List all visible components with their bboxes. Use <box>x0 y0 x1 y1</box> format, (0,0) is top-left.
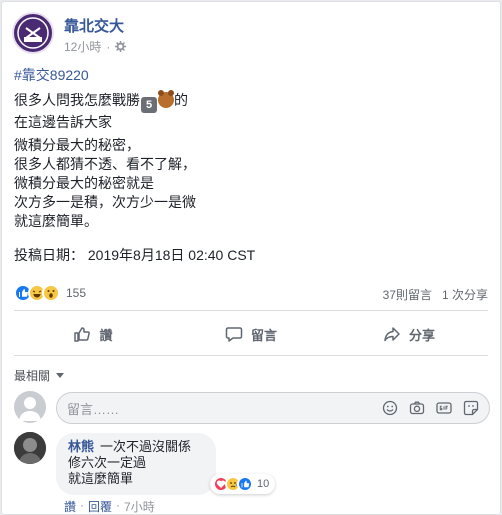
comment-reply-link[interactable]: 回覆 <box>88 498 112 514</box>
intro-text: 很多人問我怎麼戰勝 <box>14 92 140 108</box>
keycap-five-emoji-icon: 5 <box>141 97 157 113</box>
comment-text-line: 修六次一定過 <box>68 455 147 470</box>
camera-icon[interactable] <box>409 400 425 416</box>
post-intro: 很多人問我怎麼戰勝 5 的 在這邊告訴大家 <box>14 90 188 132</box>
body-line: 很多人都猜不透、看不了解， <box>14 156 196 172</box>
comment-reactions[interactable]: 10 <box>210 474 276 494</box>
reaction-count: 155 <box>66 286 87 300</box>
post-meta: 12小時 · <box>64 38 127 55</box>
sticker-icon[interactable] <box>463 400 479 416</box>
like-button[interactable]: 讚 <box>14 316 172 352</box>
default-person-icon <box>19 397 41 421</box>
comment-like-link[interactable]: 讚 <box>64 498 76 514</box>
comment-input-placeholder: 留言…… <box>67 401 120 417</box>
body-line: 次方多一是積，次方少一是微 <box>14 194 196 210</box>
commenter-photo-icon <box>14 432 46 464</box>
comment-bubble: 林熊 一次不過沒關係 修六次一定過 就這麼簡單 <box>56 433 216 495</box>
page-name[interactable]: 靠北交大 <box>64 15 124 36</box>
body-line: 微積分最大的秘密， <box>14 137 140 153</box>
page-logo-icon <box>17 17 49 49</box>
chevron-down-icon <box>56 373 65 378</box>
divider <box>14 355 488 356</box>
intro-end: 的 <box>174 92 188 108</box>
bear-face-emoji-icon <box>158 90 174 108</box>
post-hashtag[interactable]: #靠交89220 <box>14 65 89 85</box>
comment-input[interactable]: 留言…… <box>56 392 490 424</box>
comment-button[interactable]: 留言 <box>172 316 330 352</box>
intro-line2: 在這邊告訴大家 <box>14 114 112 130</box>
reaction-summary[interactable]: 155 <box>14 283 86 303</box>
smiley-icon[interactable] <box>382 400 398 416</box>
share-count-link[interactable]: 1 次分享 <box>442 286 488 303</box>
sort-label: 最相關 <box>14 369 51 383</box>
divider <box>14 310 488 311</box>
user-avatar[interactable] <box>14 391 46 423</box>
action-bar: 讚 留言 分享 <box>14 316 488 352</box>
comment-text-line: 一次不過沒關係 <box>100 439 192 454</box>
page-avatar[interactable] <box>12 12 54 54</box>
share-button-label: 分享 <box>408 327 435 343</box>
composer-tools <box>382 400 489 416</box>
like-button-label: 讚 <box>99 327 113 343</box>
comment-composer: 留言…… <box>14 391 492 425</box>
thumbs-up-icon <box>74 327 91 342</box>
audience-gear-icon[interactable] <box>115 41 127 52</box>
post-time[interactable]: 12小時 <box>64 38 101 55</box>
comment-sort-dropdown[interactable]: 最相關 <box>14 367 65 384</box>
comment-text-line: 就這麼簡單 <box>68 471 134 486</box>
body-line: 就這麼簡單。 <box>14 213 98 229</box>
share-arrow-icon <box>384 327 400 342</box>
comment-actions: 讚 · 回覆 · 7小時 <box>64 498 155 514</box>
comment-author[interactable]: 林熊 <box>68 439 94 454</box>
commenter-avatar[interactable] <box>14 432 46 464</box>
post-card: 靠北交大 12小時 · #靠交89220 很多人問我怎麼戰勝 5 的 在這邊告訴大家… <box>1 1 501 515</box>
body-line: 微積分最大的秘密就是 <box>14 175 154 191</box>
comment-reaction-count: 10 <box>257 478 270 490</box>
gif-icon[interactable] <box>436 400 452 416</box>
comment-button-label: 留言 <box>250 327 277 343</box>
post-stats: 37則留言 1 次分享 <box>383 286 488 303</box>
like-reaction-icon <box>237 476 253 492</box>
comment-count-link[interactable]: 37則留言 <box>383 286 432 303</box>
wow-reaction-icon <box>42 284 60 302</box>
comment-time[interactable]: 7小時 <box>124 498 155 514</box>
speech-bubble-icon <box>225 327 243 342</box>
post-header: 靠北交大 12小時 · <box>12 12 492 56</box>
post-body: 微積分最大的秘密， 很多人都猜不透、看不了解， 微積分最大的秘密就是 次方多一是… <box>14 136 196 231</box>
submit-date: 投稿日期： 2019年8月18日 02:40 CST <box>14 247 256 263</box>
share-button[interactable]: 分享 <box>330 316 488 352</box>
